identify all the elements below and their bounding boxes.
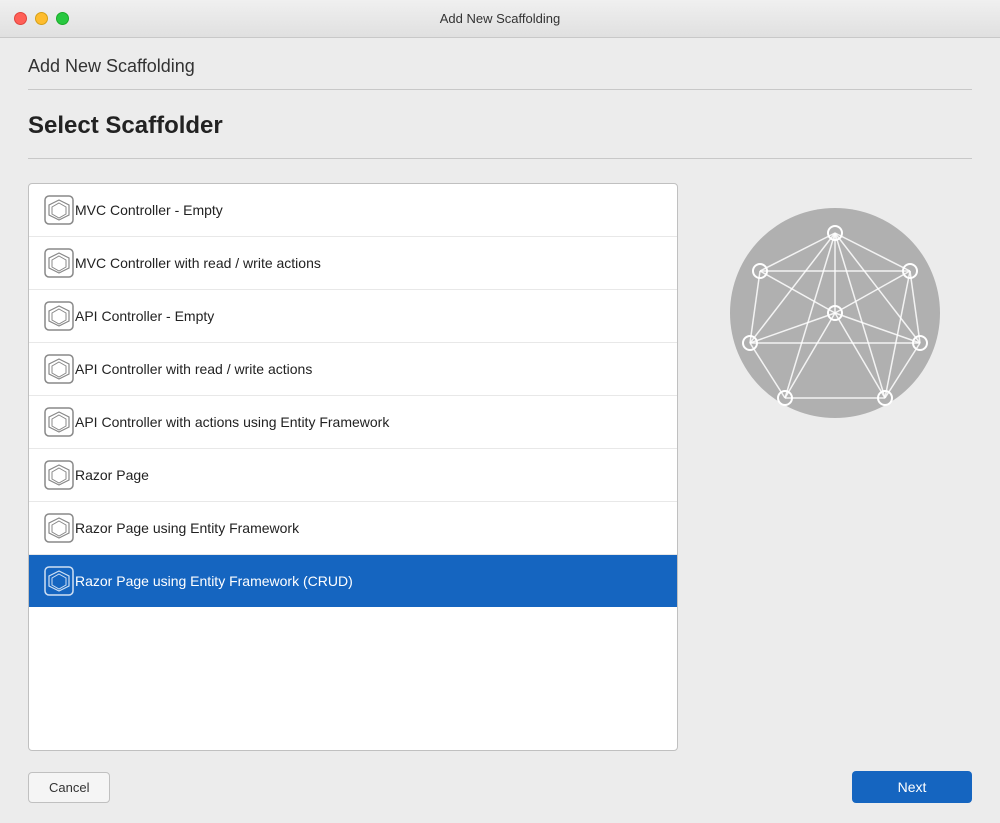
window-controls (14, 12, 69, 25)
list-item[interactable]: API Controller with actions using Entity… (29, 396, 677, 449)
scaffolder-icon (43, 353, 75, 385)
next-button[interactable]: Next (852, 771, 972, 803)
list-item[interactable]: MVC Controller - Empty (29, 184, 677, 237)
maximize-button[interactable] (56, 12, 69, 25)
item-label: API Controller with read / write actions (75, 361, 312, 377)
list-item[interactable]: Razor Page using Entity Framework (29, 502, 677, 555)
scaffolder-icon (43, 300, 75, 332)
cancel-button[interactable]: Cancel (28, 772, 110, 803)
network-preview-icon (725, 203, 945, 423)
title-bar: Add New Scaffolding (0, 0, 1000, 38)
section-title: Select Scaffolder (28, 112, 972, 140)
minimize-button[interactable] (35, 12, 48, 25)
list-item[interactable]: Razor Page (29, 449, 677, 502)
preview-area (698, 183, 972, 751)
page-header-title: Add New Scaffolding (28, 56, 195, 76)
page-header: Add New Scaffolding (0, 38, 1000, 89)
item-label: Razor Page using Entity Framework (75, 520, 299, 536)
close-button[interactable] (14, 12, 27, 25)
list-item[interactable]: API Controller - Empty (29, 290, 677, 343)
scaffolder-icon (43, 194, 75, 226)
scaffolder-icon (43, 406, 75, 438)
content-area: Add New Scaffolding Select Scaffolder MV… (0, 38, 1000, 823)
list-item[interactable]: API Controller with read / write actions (29, 343, 677, 396)
window-title: Add New Scaffolding (440, 11, 560, 26)
item-label: MVC Controller - Empty (75, 202, 223, 218)
scaffolder-icon (43, 565, 75, 597)
item-label: Razor Page (75, 467, 149, 483)
main-area: MVC Controller - Empty MVC Controller wi… (0, 159, 1000, 751)
item-label: API Controller with actions using Entity… (75, 414, 389, 430)
item-label: API Controller - Empty (75, 308, 214, 324)
item-label: Razor Page using Entity Framework (CRUD) (75, 573, 353, 589)
section-title-area: Select Scaffolder (0, 90, 1000, 158)
scaffolder-icon (43, 512, 75, 544)
list-item-selected[interactable]: Razor Page using Entity Framework (CRUD) (29, 555, 677, 607)
scaffolder-list: MVC Controller - Empty MVC Controller wi… (28, 183, 678, 751)
footer: Cancel Next (0, 751, 1000, 823)
item-label: MVC Controller with read / write actions (75, 255, 321, 271)
scaffolder-icon (43, 459, 75, 491)
scaffolder-icon (43, 247, 75, 279)
list-item[interactable]: MVC Controller with read / write actions (29, 237, 677, 290)
